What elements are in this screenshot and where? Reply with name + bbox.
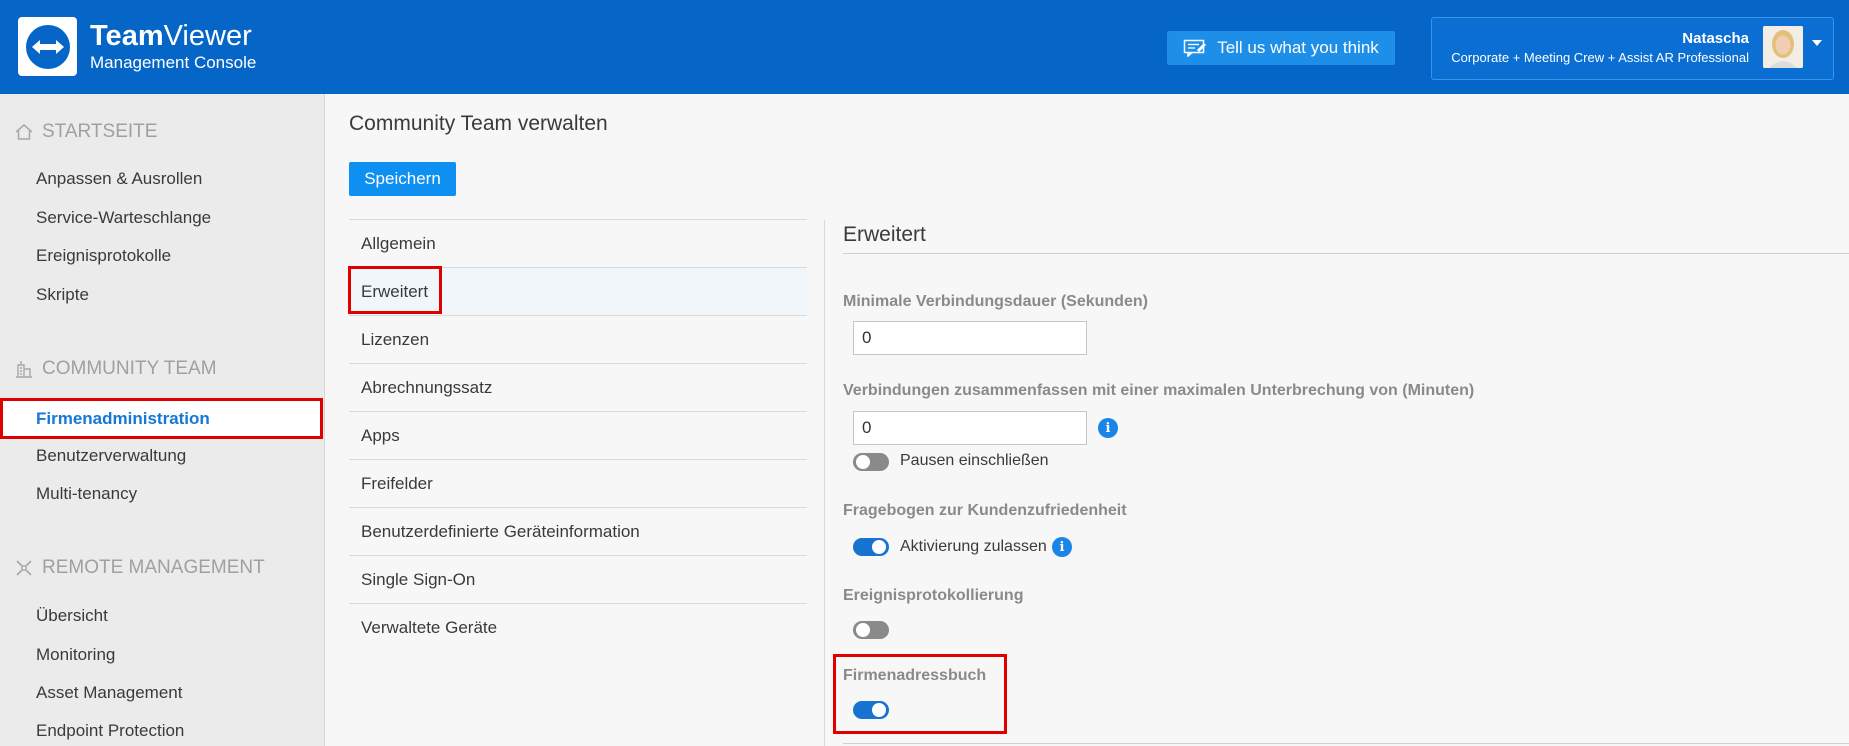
teamviewer-logo[interactable] xyxy=(18,17,77,76)
merge-connections-input[interactable]: 0 xyxy=(853,411,1087,445)
tab-label: Apps xyxy=(361,426,400,445)
info-icon[interactable]: i xyxy=(1052,537,1072,557)
save-button[interactable]: Speichern xyxy=(349,162,456,196)
tab-benutzerdefinierte-geraeteinformation[interactable]: Benutzerdefinierte Geräteinformation xyxy=(349,507,807,555)
brand-name-bold: Team xyxy=(90,20,164,52)
sidebar-section-label: STARTSEITE xyxy=(42,121,158,142)
building-icon xyxy=(16,361,32,378)
tab-verwaltete-geraete[interactable]: Verwaltete Geräte xyxy=(349,603,807,651)
sidebar-section-label: COMMUNITY TEAM xyxy=(42,358,217,379)
avatar-image xyxy=(1763,26,1803,68)
sidebar-item-uebersicht[interactable]: Übersicht xyxy=(36,604,108,628)
page-title: Community Team verwalten xyxy=(349,112,608,135)
panel-title: Erweitert xyxy=(843,223,926,246)
sidebar-section-remote-management[interactable]: REMOTE MANAGEMENT xyxy=(14,555,265,581)
panel-bottom-rule xyxy=(843,743,1849,744)
sidebar-item-label: Firmenadministration xyxy=(36,409,210,428)
tab-label: Verwaltete Geräte xyxy=(361,618,498,637)
panel-divider xyxy=(824,220,825,746)
toggle-knob xyxy=(856,623,870,637)
tab-apps[interactable]: Apps xyxy=(349,411,807,459)
highlight-marker-address-book xyxy=(833,654,1007,734)
sidebar-item-monitoring[interactable]: Monitoring xyxy=(36,643,115,667)
toggle-knob xyxy=(872,540,886,554)
toggle-knob xyxy=(856,455,870,469)
tab-abrechnungssatz[interactable]: Abrechnungssatz xyxy=(349,363,807,411)
address-book-toggle[interactable] xyxy=(853,701,889,719)
min-duration-label: Minimale Verbindungsdauer (Sekunden) xyxy=(843,293,1148,310)
sidebar-item-anpassen-ausrollen[interactable]: Anpassen & Ausrollen xyxy=(36,167,202,191)
tab-single-sign-on[interactable]: Single Sign-On xyxy=(349,555,807,603)
tab-allgemein[interactable]: Allgemein xyxy=(349,219,807,267)
sidebar-section-community-team[interactable]: COMMUNITY TEAM xyxy=(14,356,217,382)
event-logging-label: Ereignisprotokollierung xyxy=(843,587,1024,604)
feedback-icon xyxy=(1183,39,1207,57)
sidebar-item-service-warteschlange[interactable]: Service-Warteschlange xyxy=(36,206,211,230)
sidebar-item-skripte[interactable]: Skripte xyxy=(36,283,89,307)
home-icon xyxy=(15,124,33,140)
panel-title-rule xyxy=(843,253,1849,254)
info-icon[interactable]: i xyxy=(1098,418,1118,438)
tab-label: Abrechnungssatz xyxy=(361,378,493,397)
feedback-label: Tell us what you think xyxy=(1217,38,1379,57)
sidebar: STARTSEITE Anpassen & Ausrollen Service-… xyxy=(0,94,325,746)
tab-label: Single Sign-On xyxy=(361,570,476,589)
user-menu[interactable]: Natascha Corporate + Meeting Crew + Assi… xyxy=(1431,17,1834,80)
sidebar-item-benutzerverwaltung[interactable]: Benutzerverwaltung xyxy=(36,444,186,468)
chevron-down-icon[interactable] xyxy=(1812,40,1822,46)
sidebar-item-asset-management[interactable]: Asset Management xyxy=(36,681,182,705)
min-duration-input[interactable]: 0 xyxy=(853,321,1087,355)
tab-erweitert[interactable]: Erweitert xyxy=(349,267,807,315)
sidebar-item-endpoint-protection[interactable]: Endpoint Protection xyxy=(36,719,184,743)
app-header: TeamViewer Management Console Tell us wh… xyxy=(0,0,1849,94)
event-logging-toggle[interactable] xyxy=(853,621,889,639)
pauses-toggle[interactable] xyxy=(853,453,889,471)
tab-label: Erweitert xyxy=(361,282,429,301)
feedback-button[interactable]: Tell us what you think xyxy=(1167,31,1395,65)
survey-toggle-label: Aktivierung zulassen xyxy=(900,538,1047,555)
brand-subtitle: Management Console xyxy=(90,53,257,72)
tab-label: Freifelder xyxy=(361,474,433,493)
teamviewer-logo-icon xyxy=(25,24,70,69)
brand-title: TeamViewer Management Console xyxy=(90,20,256,73)
pauses-toggle-label: Pausen einschließen xyxy=(900,452,1049,469)
brand-name-light: Viewer xyxy=(163,20,252,52)
avatar xyxy=(1763,26,1803,68)
sidebar-item-multi-tenancy[interactable]: Multi-tenancy xyxy=(36,482,137,506)
remote-management-icon xyxy=(16,560,32,576)
sidebar-item-ereignisprotokolle[interactable]: Ereignisprotokolle xyxy=(36,244,171,268)
address-book-label: Firmenadressbuch xyxy=(843,667,987,684)
sidebar-item-firmenadministration[interactable]: Firmenadministration xyxy=(0,398,323,439)
tab-label: Allgemein xyxy=(361,234,436,253)
user-plan: Corporate + Meeting Crew + Assist AR Pro… xyxy=(1451,50,1749,65)
toggle-knob xyxy=(872,703,886,717)
survey-label: Fragebogen zur Kundenzufriedenheit xyxy=(843,502,1127,519)
survey-toggle[interactable] xyxy=(853,538,889,556)
user-name: Natascha xyxy=(1682,30,1749,47)
sidebar-section-startseite[interactable]: STARTSEITE xyxy=(14,119,157,145)
tab-label: Benutzerdefinierte Geräteinformation xyxy=(361,522,640,541)
tab-lizenzen[interactable]: Lizenzen xyxy=(349,315,807,363)
settings-tabs: Allgemein Erweitert Lizenzen Abrechnungs… xyxy=(348,219,807,651)
merge-connections-label: Verbindungen zusammenfassen mit einer ma… xyxy=(843,382,1475,399)
tab-label: Lizenzen xyxy=(361,330,430,349)
sidebar-section-label: REMOTE MANAGEMENT xyxy=(42,557,265,578)
tab-freifelder[interactable]: Freifelder xyxy=(349,459,807,507)
